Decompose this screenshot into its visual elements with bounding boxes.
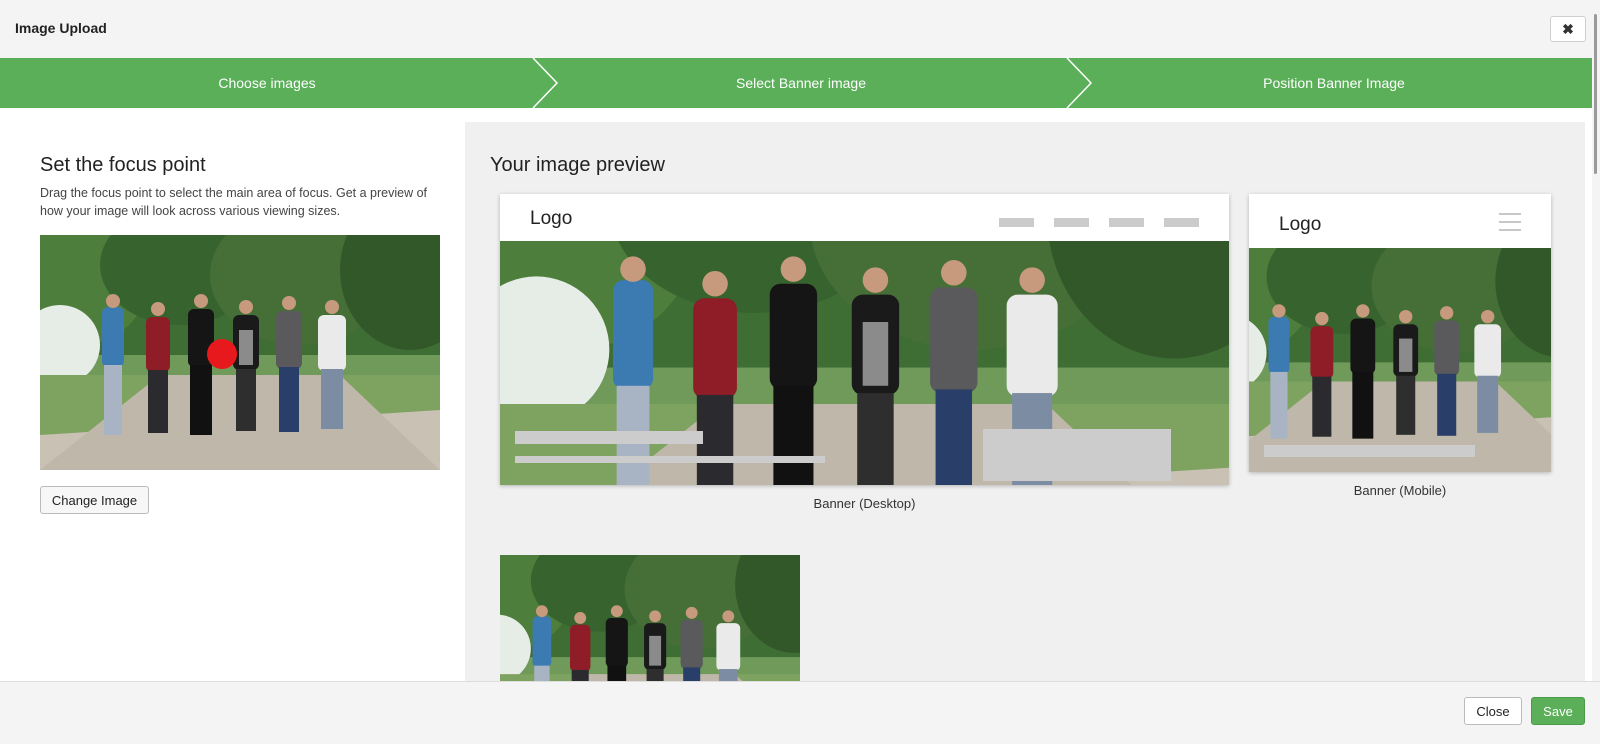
step-separator-icon — [1066, 58, 1093, 108]
hamburger-icon — [1499, 213, 1521, 231]
desktop-caption: Banner (Desktop) — [813, 496, 916, 511]
button-placeholder — [983, 429, 1171, 481]
focus-point-handle[interactable] — [207, 339, 237, 369]
modal-header: Image Upload ✖ — [0, 0, 1600, 58]
step-position-banner[interactable]: Position Banner Image — [1068, 58, 1600, 108]
close-icon[interactable]: ✖ — [1550, 16, 1586, 42]
text-placeholder — [515, 456, 825, 463]
scrollbar-thumb[interactable] — [1594, 14, 1597, 174]
mobile-preview: Logo — [1249, 194, 1551, 472]
modal-body: Set the focus point Drag the focus point… — [0, 108, 1600, 681]
mobile-caption: Banner (Mobile) — [1353, 483, 1447, 498]
nav-placeholder — [999, 218, 1034, 227]
close-button[interactable]: Close — [1464, 697, 1522, 725]
focus-image[interactable] — [40, 235, 440, 470]
save-button[interactable]: Save — [1531, 697, 1585, 725]
text-placeholder — [1264, 445, 1475, 457]
desktop-logo: Logo — [530, 208, 573, 229]
text-placeholder — [515, 431, 703, 444]
modal-title: Image Upload — [15, 20, 107, 36]
nav-placeholder — [1054, 218, 1089, 227]
mobile-banner-image — [1249, 248, 1551, 472]
step-choose-images[interactable]: Choose images — [0, 58, 534, 108]
mobile-logo: Logo — [1279, 214, 1322, 235]
change-image-button[interactable]: Change Image — [40, 486, 149, 514]
focus-panel: Set the focus point Drag the focus point… — [0, 108, 465, 681]
thumbnail-preview — [500, 555, 800, 681]
preview-title: Your image preview — [490, 154, 665, 176]
desktop-preview: Logo — [500, 194, 1229, 485]
step-separator-icon — [532, 58, 559, 108]
modal-footer: Close Save — [0, 681, 1600, 744]
nav-placeholder — [1164, 218, 1199, 227]
step-select-banner[interactable]: Select Banner image — [534, 58, 1068, 108]
focus-title: Set the focus point — [40, 154, 206, 176]
focus-description: Drag the focus point to select the main … — [40, 186, 428, 218]
wizard-steps: Choose images Select Banner image Positi… — [0, 58, 1600, 108]
desktop-banner-image — [500, 241, 1229, 485]
nav-placeholder — [1109, 218, 1144, 227]
preview-panel: Your image preview Logo Banner (Desktop)… — [465, 122, 1585, 681]
